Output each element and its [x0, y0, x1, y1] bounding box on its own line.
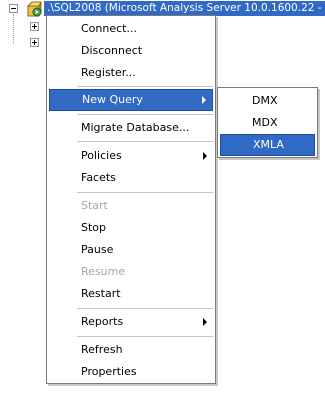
new-query-submenu: DMX MDX XMLA [217, 87, 318, 158]
analysis-server-icon [26, 1, 42, 17]
menu-separator [77, 192, 213, 193]
menu-item-migrate-database[interactable]: Migrate Database... [49, 117, 213, 139]
menu-item-facets[interactable]: Facets [49, 167, 213, 189]
submenu-item-dmx[interactable]: DMX [220, 90, 315, 112]
menu-separator [77, 114, 213, 115]
menu-separator [77, 86, 213, 87]
menu-item-restart[interactable]: Restart [49, 283, 213, 305]
menu-item-reports[interactable]: Reports [49, 311, 213, 333]
menu-item-policies-label: Policies [81, 149, 122, 162]
submenu-item-xmla[interactable]: XMLA [220, 134, 315, 156]
menu-item-resume: Resume [81, 265, 126, 278]
menu-item-start: Start [81, 199, 108, 212]
server-node-label[interactable]: .\SQL2008 (Microsoft Analysis Server 10.… [44, 1, 325, 16]
menu-separator [77, 141, 213, 142]
menu-item-properties[interactable]: Properties [49, 361, 213, 383]
menu-separator [77, 336, 213, 337]
submenu-arrow-icon [203, 318, 207, 326]
expand-toggle-1[interactable] [30, 22, 39, 31]
menu-item-policies[interactable]: Policies [49, 145, 213, 167]
menu-item-stop[interactable]: Stop [49, 217, 213, 239]
submenu-arrow-icon [202, 96, 206, 104]
menu-item-new-query-label: New Query [82, 93, 143, 106]
menu-item-new-query[interactable]: New Query [49, 89, 213, 111]
context-menu: Connect... Disconnect Register... New Qu… [46, 15, 216, 384]
tree-line [13, 14, 14, 44]
menu-item-pause[interactable]: Pause [49, 239, 213, 261]
menu-item-connect[interactable]: Connect... [49, 18, 213, 40]
menu-separator [77, 308, 213, 309]
expand-toggle-2[interactable] [30, 38, 39, 47]
submenu-item-mdx[interactable]: MDX [220, 112, 315, 134]
menu-item-refresh[interactable]: Refresh [49, 339, 213, 361]
menu-item-register[interactable]: Register... [49, 62, 213, 84]
menu-item-reports-label: Reports [81, 315, 124, 328]
submenu-arrow-icon [203, 152, 207, 160]
menu-item-disconnect[interactable]: Disconnect [49, 40, 213, 62]
collapse-toggle-server[interactable] [9, 4, 18, 13]
